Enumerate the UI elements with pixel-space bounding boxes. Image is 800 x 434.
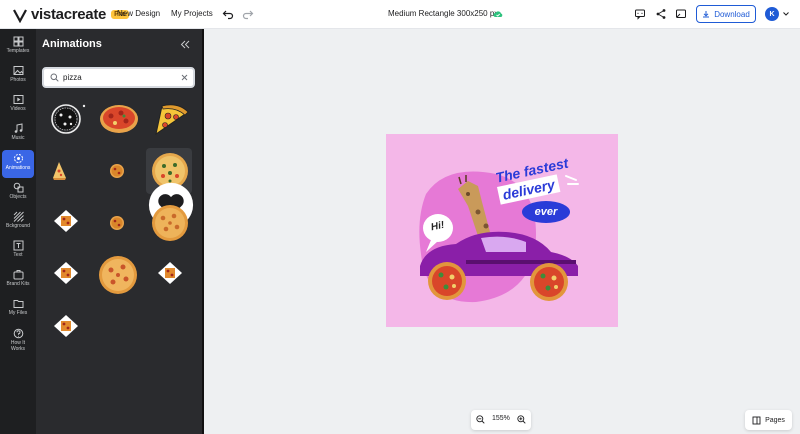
pizza-icon: [99, 256, 137, 294]
help-icon: [13, 328, 23, 339]
text-icon: [13, 240, 23, 251]
download-icon: [703, 11, 710, 18]
result-pizza-box-sticker[interactable]: [44, 200, 90, 246]
search-box[interactable]: pizza: [42, 67, 195, 88]
rail-label: Videos: [10, 106, 26, 112]
cloud-saved-icon: [493, 11, 503, 17]
zoom-out-icon[interactable]: [476, 415, 485, 424]
pizza-box-icon: [158, 262, 182, 284]
shapes-icon: [13, 182, 23, 193]
panel-title: Animations: [42, 38, 102, 50]
rail-item-brand-kits[interactable]: Brand Kits: [2, 266, 34, 294]
result-whole-pizza[interactable]: [96, 96, 142, 142]
rail-label: Text: [13, 252, 23, 258]
result-pizza-sketch[interactable]: [44, 96, 90, 142]
logo-text: vistacreate: [31, 6, 107, 23]
search-input[interactable]: pizza: [63, 73, 82, 82]
pizza-box-icon: [54, 262, 78, 284]
stripes-icon: [13, 211, 24, 222]
pages-label: Pages: [765, 416, 785, 424]
result-pizza-box-sticker[interactable]: [146, 252, 192, 298]
rail-item-background[interactable]: Bckground: [2, 208, 34, 236]
collapse-panel-icon[interactable]: [180, 40, 190, 49]
rail-label: How It Works: [10, 340, 26, 352]
panel-scrollbar[interactable]: [202, 29, 204, 434]
rail-label: My Files: [8, 310, 28, 316]
redo-icon[interactable]: [242, 8, 254, 20]
pizza-slice-icon: [155, 104, 189, 136]
rail-item-music[interactable]: Music: [2, 120, 34, 148]
result-pizza-with-olives[interactable]: [146, 148, 194, 228]
rail-item-videos[interactable]: Videos: [2, 91, 34, 119]
rail-item-animations[interactable]: Animations: [2, 150, 34, 178]
undo-icon[interactable]: [222, 8, 234, 20]
document-title[interactable]: Medium Rectangle 300x250 px: [388, 9, 498, 18]
result-small-pizza-slice[interactable]: [44, 148, 90, 194]
headline-pill[interactable]: ever: [522, 201, 570, 223]
avatar[interactable]: K: [765, 7, 779, 21]
rail-label: Music: [11, 135, 25, 141]
music-note-icon: [14, 123, 22, 133]
result-tiny-pizza[interactable]: [96, 200, 142, 246]
pizza-icon: [110, 216, 124, 230]
rail-item-how-it-works[interactable]: How It Works: [2, 325, 34, 359]
top-bar: vistacreate Pro New Design My Projects M…: [0, 0, 800, 29]
rail-item-text[interactable]: Text: [2, 237, 34, 265]
zoom-in-icon[interactable]: [517, 415, 526, 424]
pizza-icon: [100, 105, 138, 133]
rail-label: Bckground: [6, 223, 30, 229]
share-icon[interactable]: [655, 8, 667, 20]
play-icon: [13, 95, 23, 104]
zoom-control: 155%: [471, 410, 531, 430]
logo-mark-icon: [13, 8, 27, 23]
present-icon[interactable]: [675, 8, 687, 20]
rail-label: Objects: [9, 194, 27, 200]
grid-icon: [13, 36, 23, 47]
pizza-slice-icon: [53, 162, 66, 180]
image-icon: [13, 66, 23, 75]
comment-icon[interactable]: [634, 8, 646, 20]
chevron-down-icon[interactable]: [783, 12, 789, 16]
rail-item-templates[interactable]: Templates: [2, 33, 34, 61]
close-icon[interactable]: [181, 74, 188, 81]
pizza-icon: [152, 205, 188, 241]
left-rail: Templates Photos Videos Music Animations…: [0, 29, 36, 434]
result-mini-pizza[interactable]: [96, 148, 142, 194]
download-label: Download: [714, 9, 750, 19]
design-canvas[interactable]: The fastest delivery ever Hi!: [386, 134, 618, 327]
canvas-artwork: [419, 171, 579, 303]
animations-panel: Animations pizza: [36, 29, 203, 434]
rail-label: Brand Kits: [6, 281, 30, 287]
logo[interactable]: vistacreate Pro: [12, 6, 129, 23]
download-button[interactable]: Download: [696, 5, 756, 23]
animation-icon: [13, 154, 23, 163]
zoom-level[interactable]: 155%: [492, 415, 510, 422]
new-design-link[interactable]: New Design: [117, 9, 160, 18]
folder-icon: [13, 300, 23, 308]
pizza-sketch-icon: [51, 104, 86, 134]
pizza-icon: [110, 164, 124, 178]
result-pizza-box-sticker[interactable]: [44, 305, 90, 351]
rail-item-objects[interactable]: Objects: [2, 179, 34, 207]
pizza-box-icon: [54, 210, 78, 232]
result-pizza-box-sticker[interactable]: [44, 252, 90, 298]
result-pepperoni-pizza[interactable]: [96, 252, 142, 298]
pizza-box-icon: [54, 315, 78, 337]
rail-label: Photos: [10, 77, 26, 83]
rail-label: Templates: [6, 48, 30, 54]
result-round-pizza[interactable]: [146, 200, 192, 246]
search-icon: [50, 73, 59, 82]
pages-icon: [752, 416, 761, 424]
my-projects-link[interactable]: My Projects: [171, 9, 213, 18]
rail-label: Animations: [5, 165, 31, 171]
rail-item-photos[interactable]: Photos: [2, 62, 34, 90]
rail-item-my-files[interactable]: My Files: [2, 295, 34, 323]
result-pizza-slice[interactable]: [148, 96, 194, 142]
pages-button[interactable]: Pages: [745, 410, 792, 430]
brand-kit-icon: [13, 270, 23, 280]
